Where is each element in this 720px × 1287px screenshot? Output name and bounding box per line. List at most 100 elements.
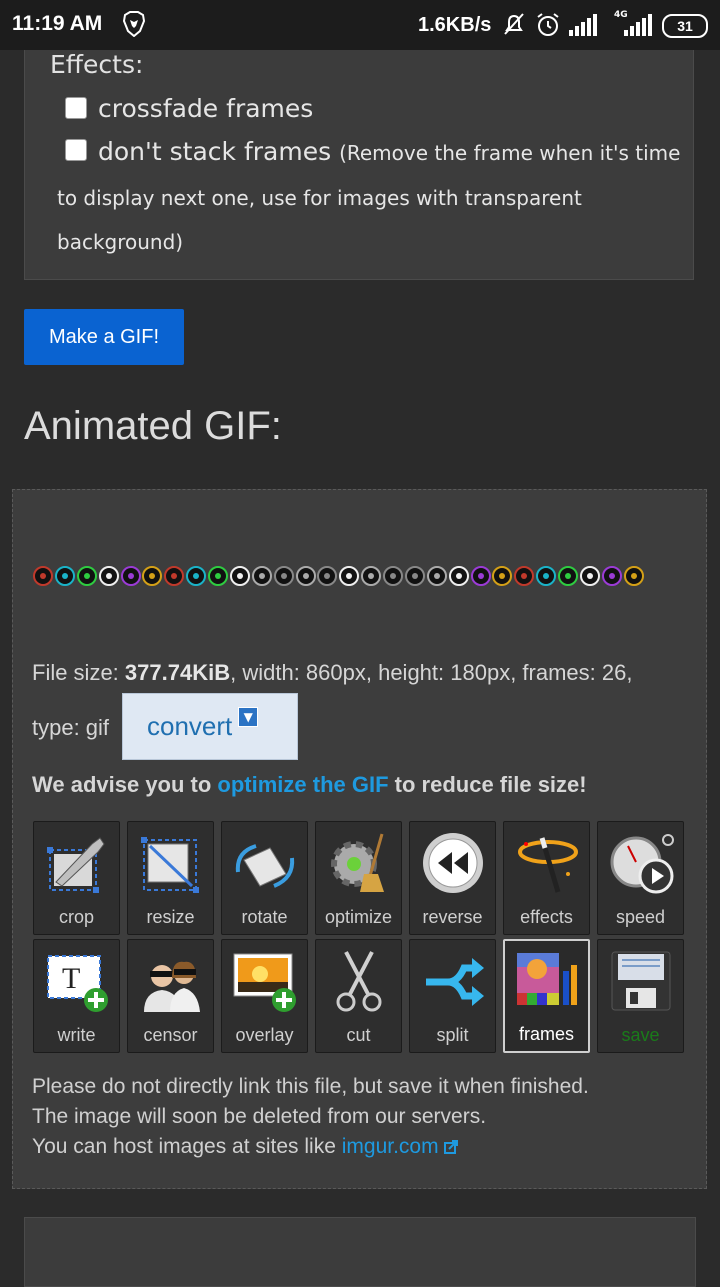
gif-frame-dot: [514, 566, 535, 586]
advise-suffix: to reduce file size!: [388, 772, 587, 797]
crop-tool[interactable]: crop: [33, 821, 120, 935]
file-type: type: gif: [32, 715, 110, 740]
gif-frame-dot: [383, 566, 403, 586]
network-speed: 1.6KB/s: [418, 14, 492, 36]
tool-label: split: [436, 1025, 469, 1045]
resize-icon: [141, 837, 199, 893]
gif-frame-dot: [623, 566, 644, 586]
save-tool[interactable]: save: [597, 939, 684, 1053]
convert-button[interactable]: convert ▼: [122, 693, 298, 760]
gif-frame-dot: [208, 566, 228, 586]
mute-icon: [504, 13, 524, 35]
gif-result-panel: File size: 377.74KiB, width: 860px, heig…: [12, 489, 707, 1189]
gif-frame-dot: [404, 566, 425, 586]
file-size-label: File size:: [32, 660, 125, 685]
resize-tool[interactable]: resize: [127, 821, 214, 935]
gif-frame-dot: [98, 566, 119, 586]
gif-frame-dot: [229, 566, 250, 586]
animated-gif-heading: Animated GIF:: [24, 404, 282, 448]
gif-frame-dot: [426, 566, 447, 586]
dont-stack-label: don't stack frames: [98, 137, 332, 166]
gif-frame-dot: [186, 566, 207, 586]
gif-frame-dot: [601, 566, 622, 586]
gif-frame-dot: [33, 566, 53, 586]
tool-label: resize: [146, 907, 195, 927]
optimize-link[interactable]: optimize the GIF: [217, 772, 388, 797]
status-time: 11:19 AM: [12, 12, 103, 35]
signal-4g-icon: [624, 14, 652, 36]
floppy-disk-icon: [611, 951, 671, 1011]
gif-frame-dot: [164, 566, 185, 586]
file-size-value: 377.74KiB: [124, 660, 231, 685]
tool-label: overlay: [235, 1025, 294, 1045]
dont-stack-note: (Remove the frame when it's time: [339, 141, 681, 165]
make-gif-button[interactable]: Make a GIF!: [24, 309, 184, 365]
gif-frame-dot: [251, 566, 272, 586]
bottom-panel: [24, 1217, 696, 1287]
gif-frame-dot: [361, 566, 382, 586]
tool-label: cut: [346, 1025, 371, 1045]
brave-icon: [122, 11, 146, 37]
censor-tool[interactable]: censor: [127, 939, 214, 1053]
gif-frame-dot: [558, 566, 578, 586]
overlay-tool[interactable]: overlay: [221, 939, 308, 1053]
optimize-tool[interactable]: optimize: [315, 821, 402, 935]
footnote-prefix: You can host images at sites like: [32, 1135, 342, 1158]
convert-label: convert: [147, 711, 233, 741]
effects-panel: Effects: crossfade frames don't stack fr…: [24, 50, 694, 280]
footnote-line-2: The image will soon be deleted from our …: [32, 1105, 487, 1128]
download-arrow-icon: ▼: [238, 706, 259, 727]
gif-frame-dot: [470, 566, 491, 586]
tool-label: crop: [58, 907, 94, 927]
rewind-icon: [423, 833, 483, 893]
svg-text:T: T: [62, 962, 80, 995]
gif-frame-dot: [339, 566, 360, 586]
gif-frame-dot: [492, 566, 513, 586]
file-dimensions: , width: 860px, height: 180px, frames: 2…: [230, 660, 633, 685]
advise-text: We advise you to optimize the GIF to red…: [32, 772, 587, 798]
gif-frame-dot: [536, 566, 557, 586]
crossfade-label: crossfade frames: [98, 94, 314, 123]
cut-tool[interactable]: cut: [315, 939, 402, 1053]
alarm-icon: [537, 13, 559, 36]
gif-frame-dot: [142, 566, 163, 586]
frames-tool[interactable]: frames: [503, 939, 590, 1053]
gif-frame-dot: [295, 566, 316, 586]
gif-frame-dot: [448, 566, 469, 586]
effects-title: Effects:: [50, 50, 144, 79]
gif-frame-dot: [579, 566, 600, 586]
tool-label: reverse: [422, 907, 483, 927]
magic-wand-icon: [518, 837, 578, 893]
file-info: File size: 377.74KiB, width: 860px, heig…: [32, 660, 632, 686]
footnote-line-1: Please do not directly link this file, b…: [32, 1075, 589, 1098]
tool-label: censor: [143, 1025, 198, 1045]
effects-tool[interactable]: effects: [503, 821, 590, 935]
crossfade-checkbox[interactable]: [65, 97, 87, 119]
dont-stack-checkbox[interactable]: [65, 139, 87, 161]
dont-stack-note-3: background): [57, 230, 184, 254]
split-arrows-icon: [426, 958, 484, 1006]
imgur-link[interactable]: imgur.com: [342, 1135, 439, 1158]
gif-frame-dot: [317, 566, 338, 586]
split-tool[interactable]: split: [409, 939, 496, 1053]
crop-icon: [47, 837, 105, 893]
tool-label: rotate: [241, 907, 288, 927]
write-tool[interactable]: T write: [33, 939, 120, 1053]
rotate-icon: [235, 844, 295, 888]
tool-label: frames: [518, 1024, 574, 1044]
frames-icon: [517, 953, 577, 1005]
reverse-tool[interactable]: reverse: [409, 821, 496, 935]
image-overlay-icon: [233, 953, 296, 1012]
dont-stack-row: don't stack frames (Remove the frame whe…: [98, 137, 680, 166]
tool-label: write: [57, 1025, 96, 1045]
external-link-icon: [444, 1140, 459, 1155]
gif-frame-dot: [273, 566, 294, 586]
tool-label: effects: [520, 907, 573, 927]
tool-label: speed: [615, 907, 666, 927]
speed-tool[interactable]: speed: [597, 821, 684, 935]
tool-label: save: [621, 1025, 660, 1045]
signal-icon: [569, 14, 597, 36]
stopwatch-icon: [610, 834, 674, 894]
rotate-tool[interactable]: rotate: [221, 821, 308, 935]
gif-frame-dot: [54, 566, 75, 586]
